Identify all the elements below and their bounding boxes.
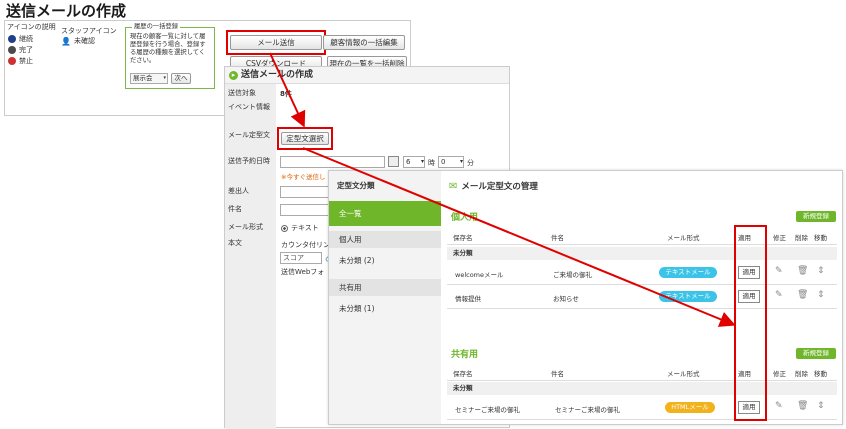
arrow-to-template (269, 52, 306, 128)
guide-arrows (269, 52, 736, 327)
arrow-to-apply (302, 147, 736, 327)
